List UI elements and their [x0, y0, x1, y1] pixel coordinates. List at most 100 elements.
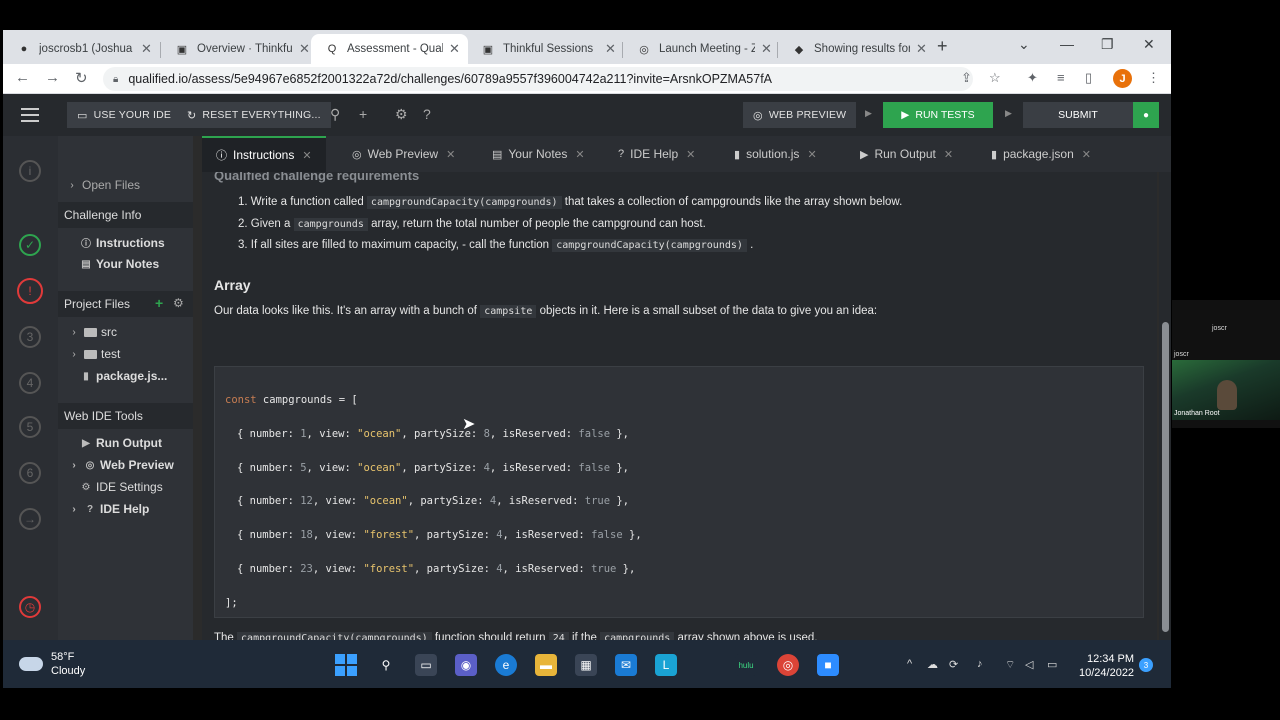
tab-web-preview[interactable]: ◎ Web Preview ✕: [352, 136, 455, 172]
url-field[interactable]: 🔒︎ qualified.io/assess/5e94967e6852f2001…: [103, 67, 973, 91]
tab-solution-js[interactable]: ▮ solution.js ✕: [734, 136, 817, 172]
step-3-icon[interactable]: 3: [19, 326, 41, 348]
side-item-run-output[interactable]: ▶ Run Output: [80, 436, 162, 450]
close-icon[interactable]: ✕: [944, 148, 953, 161]
wifi-icon[interactable]: ⌔: [1005, 658, 1015, 672]
gear-icon[interactable]: ⚙: [395, 106, 408, 123]
task-view-icon[interactable]: ▭: [415, 654, 437, 676]
gear-icon[interactable]: ⚙: [173, 296, 184, 310]
folder-test[interactable]: › test: [68, 347, 120, 361]
file-package-json[interactable]: ▮ package.js...: [80, 369, 167, 383]
tab-ide-help[interactable]: ? IDE Help ✕: [618, 136, 695, 172]
step-6-icon[interactable]: 6: [19, 462, 41, 484]
hamburger-menu-icon[interactable]: [21, 108, 39, 122]
side-item-instructions[interactable]: ⓘ Instructions: [80, 235, 165, 251]
edge-icon[interactable]: e: [495, 654, 517, 676]
close-icon[interactable]: ✕: [686, 148, 695, 161]
close-icon[interactable]: ✕: [302, 149, 311, 162]
restore-icon[interactable]: ❐: [1101, 36, 1114, 53]
close-icon[interactable]: ✕: [299, 41, 310, 57]
info-icon[interactable]: i: [19, 160, 41, 182]
minimize-icon[interactable]: —: [1060, 36, 1074, 52]
folder-src[interactable]: › src: [68, 325, 117, 339]
chrome-icon[interactable]: ◎: [777, 654, 799, 676]
web-preview-button[interactable]: ◎ WEB PREVIEW: [743, 102, 857, 128]
chat-icon[interactable]: ◉: [455, 654, 477, 676]
microphone-icon[interactable]: ♪: [977, 658, 983, 670]
next-arrow-icon[interactable]: →: [19, 508, 41, 530]
sync-icon[interactable]: ⟳: [949, 658, 958, 671]
content-scrollbar[interactable]: [1159, 172, 1171, 640]
code-number: 12: [300, 495, 313, 507]
browser-tab-sessions[interactable]: ▣ Thinkful Sessions ✕: [467, 34, 624, 64]
add-icon[interactable]: +: [359, 106, 367, 122]
chevron-up-icon[interactable]: ^: [907, 658, 912, 670]
browser-tab-github[interactable]: ● joscrosb1 (Joshua C ✕: [3, 34, 160, 64]
forward-icon[interactable]: →: [45, 69, 60, 86]
submit-button[interactable]: SUBMIT: [1023, 102, 1133, 128]
side-item-your-notes[interactable]: ▤ Your Notes: [80, 257, 159, 271]
menu-kebab-icon[interactable]: ⋮: [1147, 70, 1160, 86]
reload-icon[interactable]: ↻: [75, 69, 88, 87]
pin-icon[interactable]: ⚲: [330, 106, 340, 123]
back-icon[interactable]: ←: [15, 69, 30, 86]
notification-badge[interactable]: 3: [1139, 658, 1153, 672]
learning-app-icon[interactable]: L: [655, 654, 677, 676]
step-4-icon[interactable]: 4: [19, 372, 41, 394]
tab-run-output[interactable]: ▶ Run Output ✕: [860, 136, 953, 172]
zoom-icon[interactable]: ■: [817, 654, 839, 676]
search-icon[interactable]: ⚲: [375, 654, 397, 676]
tab-your-notes[interactable]: ▤ Your Notes ✕: [492, 136, 585, 172]
add-file-icon[interactable]: +: [155, 295, 163, 311]
side-panel-icon[interactable]: ▯: [1085, 70, 1092, 86]
side-item-ide-settings[interactable]: ⚙ IDE Settings: [80, 480, 163, 494]
close-icon[interactable]: ✕: [1082, 148, 1091, 161]
browser-tab-assessment[interactable]: Q Assessment - Quali ✕: [311, 34, 468, 64]
scrollbar-thumb[interactable]: [1162, 322, 1169, 632]
close-icon[interactable]: ✕: [575, 148, 584, 161]
store-icon[interactable]: ▦: [575, 654, 597, 676]
close-icon[interactable]: ✕: [807, 148, 816, 161]
tab-package-json[interactable]: ▮ package.json ✕: [991, 136, 1091, 172]
share-icon[interactable]: ⇪: [961, 70, 972, 86]
use-your-ide-button[interactable]: ▭ USE YOUR IDE: [67, 102, 182, 128]
close-icon[interactable]: ✕: [449, 41, 460, 57]
reset-everything-button[interactable]: ↻ RESET EVERYTHING...: [177, 102, 331, 128]
close-icon[interactable]: ✕: [605, 41, 616, 57]
tab-instructions[interactable]: ⓘ Instructions ✕: [202, 136, 326, 172]
alert-icon[interactable]: !: [17, 278, 43, 304]
battery-icon[interactable]: ▭: [1047, 658, 1057, 671]
new-tab-icon[interactable]: +: [937, 36, 948, 57]
onedrive-icon[interactable]: ☁: [927, 658, 938, 671]
browser-tab-results[interactable]: ◆ Showing results for ✕: [778, 34, 935, 64]
profile-avatar[interactable]: J: [1113, 69, 1132, 88]
weather-widget[interactable]: 58°F Cloudy: [19, 650, 85, 678]
run-tests-button[interactable]: ▶ RUN TESTS: [883, 102, 993, 128]
status-indicator-icon[interactable]: ●: [1133, 102, 1159, 128]
browser-tab-overview[interactable]: ▣ Overview · Thinkful ✕: [161, 34, 318, 64]
side-item-web-preview[interactable]: › ◎ Web Preview: [68, 458, 173, 472]
windows-start-icon[interactable]: [335, 654, 357, 676]
close-icon[interactable]: ✕: [761, 41, 772, 57]
file-explorer-icon[interactable]: ▬: [535, 654, 557, 676]
timer-icon[interactable]: ◷: [19, 596, 41, 618]
check-icon[interactable]: ✓: [19, 234, 41, 256]
tab-search-icon[interactable]: ⌄: [1018, 36, 1030, 53]
extensions-icon[interactable]: ✦: [1027, 70, 1038, 86]
browser-tab-launch-meeting[interactable]: ◎ Launch Meeting - Z ✕: [623, 34, 780, 64]
volume-icon[interactable]: ◁: [1025, 658, 1033, 671]
close-icon[interactable]: ✕: [916, 41, 927, 57]
step-5-icon[interactable]: 5: [19, 416, 41, 438]
side-item-ide-help[interactable]: › ? IDE Help: [68, 502, 149, 516]
close-icon[interactable]: ✕: [446, 148, 455, 161]
bookmark-star-icon[interactable]: ☆: [989, 70, 1001, 86]
mail-icon[interactable]: ✉: [615, 654, 637, 676]
folder-icon: [84, 349, 97, 359]
help-icon[interactable]: ?: [423, 106, 431, 122]
reading-list-icon[interactable]: ≡: [1057, 70, 1065, 85]
open-files-toggle[interactable]: › Open Files: [66, 178, 140, 192]
close-icon[interactable]: ✕: [141, 41, 152, 57]
system-clock[interactable]: 12:34 PM 10/24/2022: [1079, 652, 1134, 680]
close-window-icon[interactable]: ✕: [1143, 36, 1155, 53]
hulu-icon[interactable]: hulu: [735, 654, 757, 676]
